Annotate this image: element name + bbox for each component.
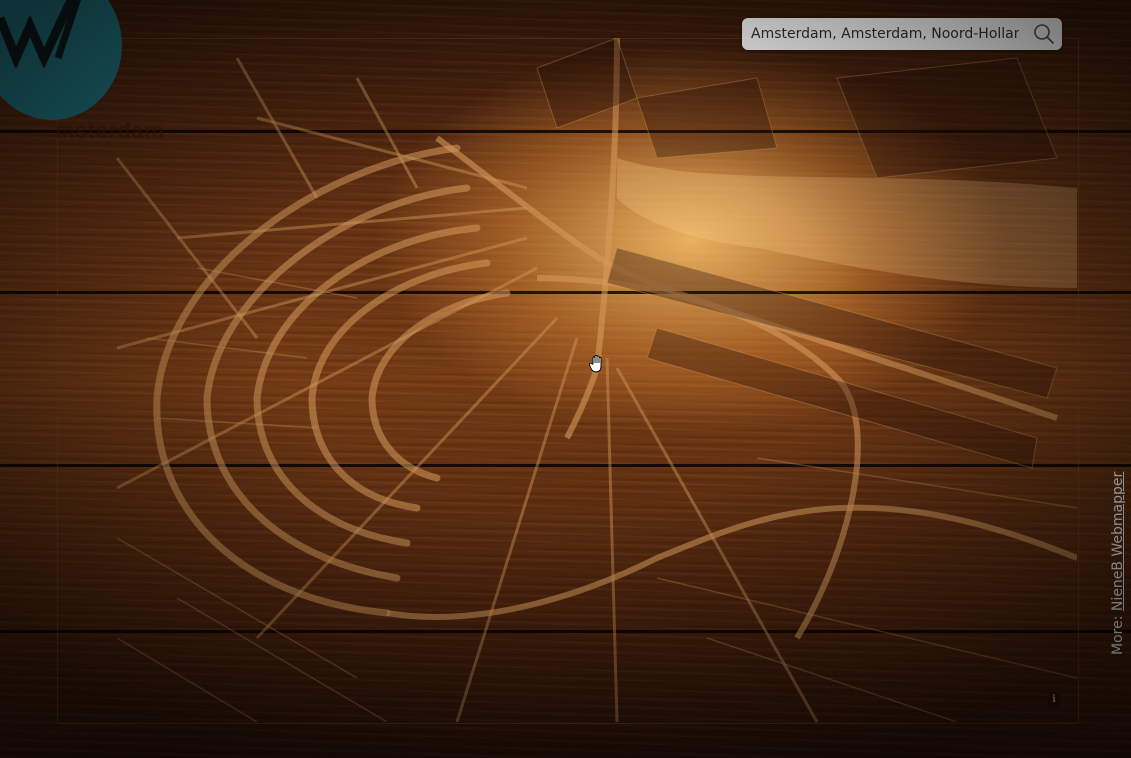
attribution-credit: More: NieneB Webmapper	[1110, 472, 1126, 655]
search-input[interactable]	[751, 22, 1019, 46]
webmapper-link[interactable]: NieneB Webmapper	[1110, 472, 1126, 611]
hand-cursor-icon	[589, 354, 602, 373]
map-canvas[interactable]	[57, 38, 1077, 722]
search-icon[interactable]	[1032, 22, 1056, 46]
info-icon[interactable]: i	[1047, 693, 1061, 707]
logo-w-mark	[0, 0, 82, 68]
credit-prefix: More:	[1110, 611, 1126, 655]
map-city-label: msterdam	[55, 118, 165, 143]
canal-rings	[153, 144, 511, 617]
search-box[interactable]	[742, 18, 1062, 50]
